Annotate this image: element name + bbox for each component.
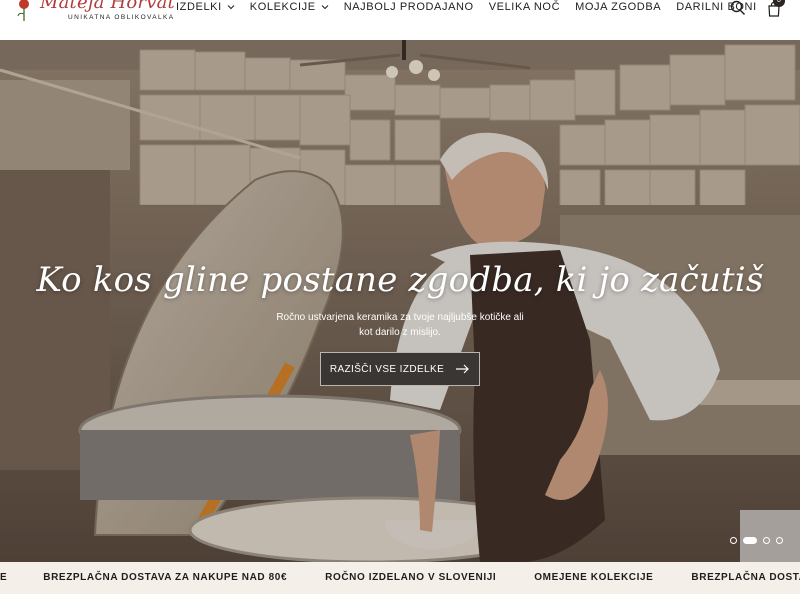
chevron-down-icon [227, 5, 235, 10]
brand-name: Mateja Horvat [40, 0, 175, 13]
cart-count-badge: 0 [773, 0, 785, 7]
hero-title: Ko kos gline postane zgodba, ki jo začut… [36, 260, 764, 300]
chevron-down-icon [321, 5, 329, 10]
marquee-item: OMEJENE KOLEKCIJE [534, 572, 654, 583]
nav-item-velika-noc[interactable]: VELIKA NOČ [489, 1, 560, 13]
nav-item-najbolj-prodajano[interactable]: NAJBOLJ PRODAJANO [344, 1, 474, 13]
hero-subtitle: Ročno ustvarjena keramika za tvoje najlj… [276, 312, 524, 338]
marquee-item: BREZPLAČNA DOSTAVA ZA NAKUPE NAD 8 [691, 572, 800, 583]
nav-item-label: VELIKA NOČ [488, 1, 561, 13]
brand-logo[interactable]: Mateja Horvat UNIKATNA OBLIKOVALKA [10, 0, 175, 32]
nav-item-kolekcije[interactable]: KOLEKCIJE [250, 1, 329, 13]
slide-dot-active[interactable] [743, 536, 757, 544]
nav-item-moja-zgodba[interactable]: MOJA ZGODBA [575, 1, 661, 13]
slider-pagination [730, 535, 789, 545]
main-nav: IZDELKI KOLEKCIJE NAJBOLJ PRODAJANO VELI… [176, 0, 757, 14]
announcement-marquee: E BREZPLAČNA DOSTAVA ZA NAKUPE NAD 80€ R… [0, 562, 800, 594]
nav-item-label: MOJA ZGODBA [575, 1, 662, 13]
cart-button[interactable]: 0 [764, 0, 785, 18]
marquee-track: E BREZPLAČNA DOSTAVA ZA NAKUPE NAD 80€ R… [0, 572, 800, 583]
hero-banner: Ko kos gline postane zgodba, ki jo začut… [0, 40, 800, 562]
nav-item-izdelki[interactable]: IZDELKI [176, 1, 235, 13]
nav-item-label: NAJBOLJ PRODAJANO [343, 1, 474, 13]
explore-products-button[interactable]: RAZIŠČI VSE IZDELKE [320, 352, 480, 386]
marquee-item: ROČNO IZDELANO V SLOVENIJI [325, 572, 497, 583]
search-icon[interactable] [730, 0, 746, 16]
brand-tagline: UNIKATNA OBLIKOVALKA [68, 14, 175, 21]
explore-products-label: RAZIŠČI VSE IZDELKE [329, 363, 445, 375]
flower-logo-icon [17, 0, 29, 21]
nav-item-label: IZDELKI [176, 1, 222, 13]
site-header: Mateja Horvat UNIKATNA OBLIKOVALKA IZDEL… [0, 0, 800, 40]
slide-dot[interactable] [763, 536, 770, 544]
hero-overlay [0, 40, 800, 562]
slide-dot[interactable] [776, 536, 783, 544]
marquee-item: BREZPLAČNA DOSTAVA ZA NAKUPE NAD 80€ [43, 572, 288, 583]
marquee-item: E [0, 572, 8, 583]
slide-dot[interactable] [730, 536, 737, 544]
arrow-right-icon [456, 364, 469, 374]
nav-item-label: KOLEKCIJE [249, 1, 316, 13]
